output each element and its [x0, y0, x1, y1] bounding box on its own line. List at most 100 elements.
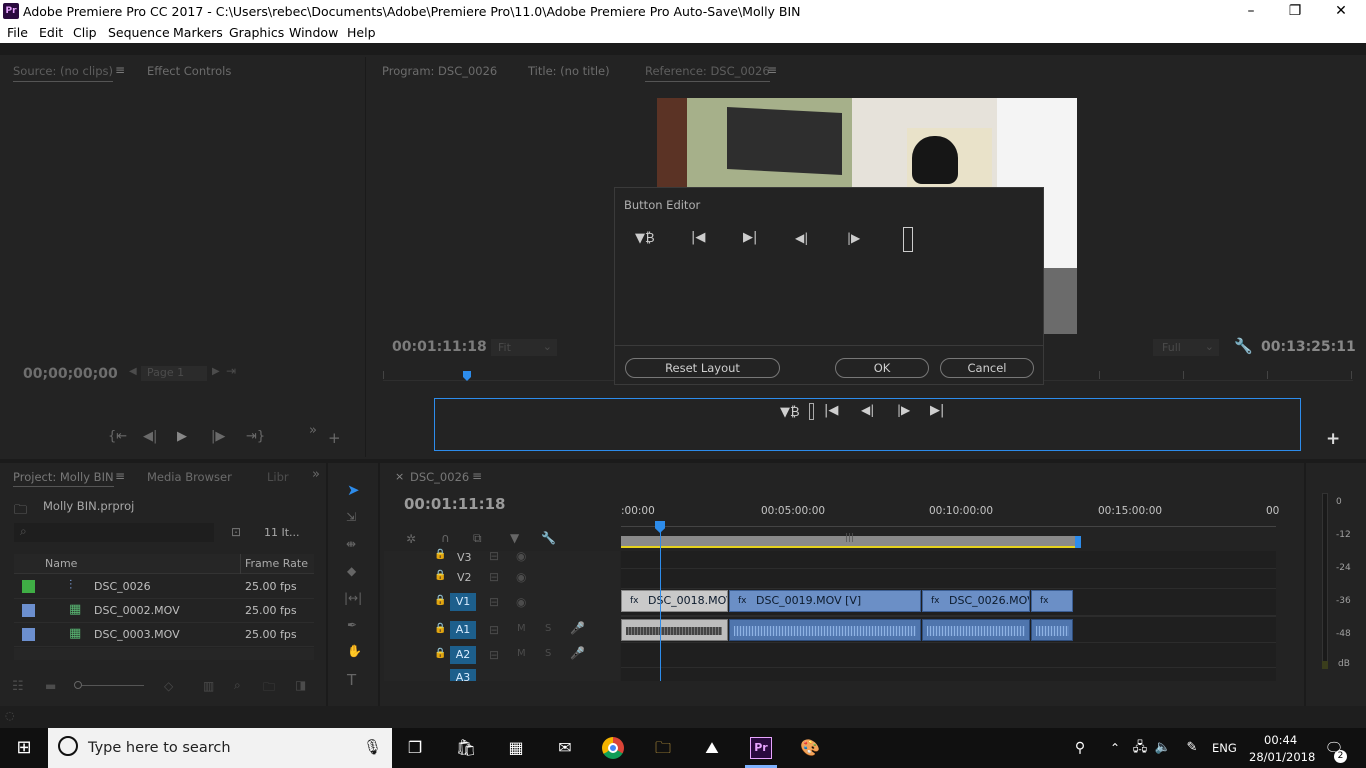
settings-wrench-icon[interactable]: 🔧 — [1234, 337, 1253, 355]
tab-title[interactable]: Title: (no title) — [528, 64, 610, 78]
table-row[interactable]: ▦ DSC_0003.MOV 25.00 fps — [14, 623, 314, 647]
tray-expand-icon[interactable]: ⌃ — [1103, 736, 1127, 760]
source-step-forward-icon[interactable]: |▶ — [211, 429, 225, 444]
spacer-icon[interactable] — [903, 227, 913, 252]
people-icon[interactable]: ⚲ — [1068, 736, 1092, 760]
table-row[interactable]: ⫶ DSC_0026 25.00 fps — [14, 575, 314, 599]
icon-view-icon[interactable]: ▬ — [45, 679, 56, 693]
taskbar-search[interactable]: Type here to search 🎙 — [48, 728, 392, 768]
insert-icon[interactable]: ⇥ — [226, 364, 236, 378]
chrome-icon[interactable] — [602, 737, 624, 759]
tab-source[interactable]: Source: (no clips) — [13, 64, 113, 82]
zone-marker-icon[interactable]: ▼₿ — [780, 404, 800, 420]
linked-selection-icon[interactable]: ⧉ — [473, 531, 482, 546]
pen-tool-icon[interactable]: ✒ — [347, 618, 357, 632]
new-bin-from-search-icon[interactable]: ⊡ — [231, 525, 241, 539]
timeline-ruler[interactable] — [621, 519, 1276, 527]
zoom-slider-handle[interactable] — [74, 681, 82, 689]
cancel-button[interactable]: Cancel — [940, 358, 1034, 378]
tab-program[interactable]: Program: DSC_0026 — [382, 64, 497, 78]
sort-icon[interactable]: ◇ — [164, 679, 173, 693]
menu-file[interactable]: File — [7, 25, 28, 40]
calculator-icon[interactable]: ▦ — [504, 736, 528, 760]
zone-step-forward-icon[interactable]: |▶ — [897, 403, 910, 417]
mute-button[interactable]: M — [517, 623, 526, 634]
source-menu-icon[interactable]: ≡ — [115, 63, 125, 77]
add-marker-timeline-icon[interactable]: ▼ — [510, 531, 519, 545]
tab-sequence[interactable]: DSC_0026 — [410, 470, 469, 484]
tab-libraries[interactable]: Libr — [267, 470, 289, 484]
zone-go-in-icon[interactable]: |◀ — [824, 403, 838, 418]
ok-button[interactable]: OK — [835, 358, 929, 378]
mic-icon[interactable]: 🎤 — [570, 646, 585, 660]
razor-tool-icon[interactable]: ◆ — [347, 564, 356, 578]
zone-go-out-icon[interactable]: ▶| — [930, 403, 944, 418]
lock-icon[interactable]: 🔒 — [434, 623, 446, 634]
network-icon[interactable]: 🖧 — [1128, 736, 1152, 760]
type-tool-icon[interactable]: T — [347, 671, 356, 689]
zone-step-back-icon[interactable]: ◀| — [861, 403, 874, 417]
nest-icon[interactable]: ✲ — [406, 532, 416, 546]
microphone-icon[interactable]: 🎙 — [363, 738, 382, 756]
menu-help[interactable]: Help — [347, 25, 376, 40]
source-timecode[interactable]: 00;00;00;00 — [23, 366, 118, 382]
clip-tail-audio[interactable] — [1031, 619, 1073, 641]
tab-effect-controls[interactable]: Effect Controls — [147, 64, 231, 78]
snap-icon[interactable]: ∩ — [441, 531, 450, 545]
track-label-a3[interactable]: A3 — [450, 669, 476, 681]
track-label-a2[interactable]: A2 — [450, 646, 476, 664]
work-area-grip-icon[interactable]: ||| — [845, 533, 854, 543]
source-more-icon[interactable]: » — [309, 423, 317, 438]
playhead-marker[interactable] — [463, 371, 471, 381]
transport-drop-zone[interactable]: ▼₿ |◀ ◀| |▶ ▶| — [434, 398, 1301, 451]
volume-icon[interactable]: 🔈 — [1151, 736, 1175, 760]
maximize-button[interactable]: ❐ — [1272, 0, 1318, 23]
col-name[interactable]: Name — [45, 557, 77, 570]
eye-icon[interactable]: ◉ — [516, 570, 526, 584]
list-view-icon[interactable]: ☷ — [12, 679, 24, 694]
program-add-button-icon[interactable]: + — [1326, 429, 1340, 449]
hand-tool-icon[interactable]: ✋ — [347, 644, 362, 658]
automate-icon[interactable]: ▥ — [203, 679, 214, 693]
pen-workspace-icon[interactable]: ✎ — [1180, 736, 1204, 760]
lock-icon[interactable]: 🔒 — [434, 648, 446, 659]
sequence-menu-icon[interactable]: ≡ — [472, 469, 482, 483]
source-step-back-icon[interactable]: ◀| — [143, 429, 157, 444]
sync-lock-icon[interactable]: ⊟ — [489, 595, 499, 609]
ripple-edit-tool-icon[interactable]: ⇼ — [346, 537, 356, 551]
clock-date[interactable]: 28/01/2018 — [1249, 750, 1315, 764]
slip-tool-icon[interactable]: |↔| — [344, 591, 362, 605]
target-a1[interactable]: A1 — [450, 621, 476, 639]
source-mark-out-icon[interactable]: ⇥} — [246, 429, 265, 444]
solo-button[interactable]: S — [545, 623, 551, 634]
zone-spacer-icon[interactable] — [809, 403, 814, 420]
table-row[interactable]: ▦ DSC_0002.MOV 25.00 fps — [14, 599, 314, 623]
menu-clip[interactable]: Clip — [73, 25, 97, 40]
page-prev-icon[interactable]: ◀ — [129, 366, 137, 377]
clip-dsc0019-audio[interactable] — [729, 619, 921, 641]
page-next-icon[interactable]: ▶ — [212, 366, 220, 377]
eye-icon[interactable]: ◉ — [516, 549, 526, 563]
find-icon[interactable]: ⌕ — [234, 678, 241, 693]
label-color-swatch[interactable] — [22, 580, 35, 593]
project-scroll-area[interactable] — [14, 648, 314, 660]
solo-button[interactable]: S — [545, 648, 551, 659]
project-menu-icon[interactable]: ≡ — [115, 469, 125, 483]
track-select-tool-icon[interactable]: ⇲ — [346, 510, 356, 524]
timeline-settings-icon[interactable]: 🔧 — [541, 531, 556, 545]
resolution-select[interactable]: Full ⌄ — [1153, 339, 1219, 356]
menu-markers[interactable]: Markers — [173, 25, 223, 40]
work-area-end-handle[interactable] — [1075, 536, 1081, 548]
minimize-button[interactable]: – — [1228, 0, 1274, 23]
go-to-out-icon[interactable]: ▶| — [743, 230, 757, 245]
source-add-button-icon[interactable]: + — [328, 429, 341, 447]
eye-icon[interactable]: ◉ — [516, 595, 526, 609]
photos-icon[interactable]: ⛰ — [700, 736, 724, 760]
clip-tail-video[interactable]: fx — [1031, 590, 1073, 612]
tab-media-browser[interactable]: Media Browser — [147, 470, 232, 484]
task-view-icon[interactable]: ❐ — [403, 736, 427, 760]
reset-layout-button[interactable]: Reset Layout — [625, 358, 780, 378]
selection-tool-icon[interactable]: ➤ — [347, 481, 360, 499]
zoom-fit-select[interactable]: Fit ⌄ — [491, 339, 557, 356]
windows-start-icon[interactable]: ⊞ — [12, 736, 36, 760]
